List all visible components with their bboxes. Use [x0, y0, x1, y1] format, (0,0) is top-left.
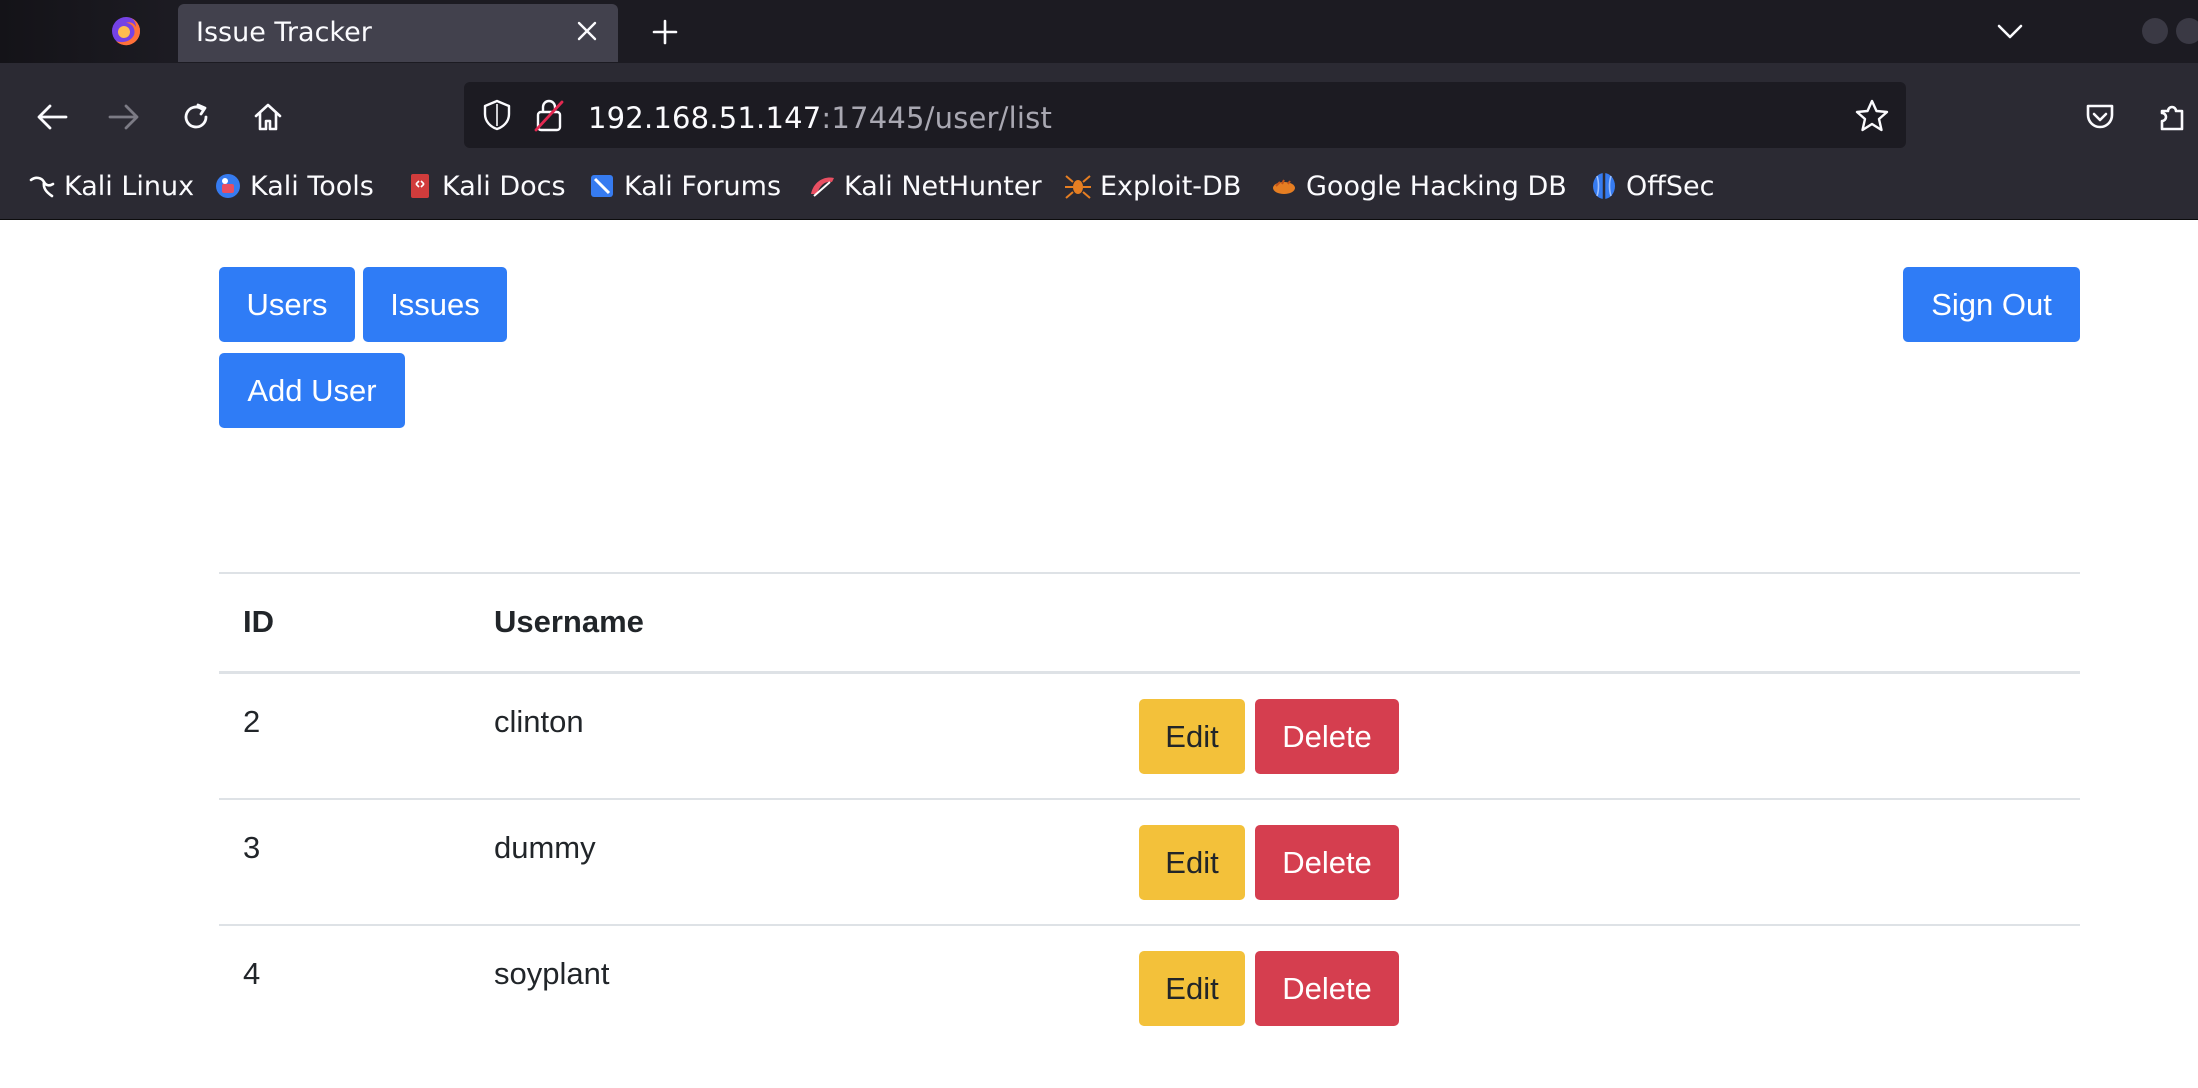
tab-strip: Issue Tracker [0, 0, 2198, 63]
bookmark-label: Kali Docs [442, 170, 566, 202]
tab-issue-tracker[interactable]: Issue Tracker [178, 4, 618, 62]
bookmark-label: Kali Forums [624, 170, 782, 202]
bookmark-label: Google Hacking DB [1306, 170, 1567, 202]
bookmark-label: Exploit-DB [1100, 170, 1242, 202]
page-content: Users Issues Sign Out Add User ID Userna… [6, 220, 2198, 1088]
firefox-icon[interactable] [110, 15, 142, 47]
bookmarks-toolbar: Kali Linux Kali Tools Kali Docs Kali For… [0, 155, 2198, 220]
user-id-cell: 2 [243, 704, 261, 739]
bookmark-label: Kali NetHunter [844, 170, 1042, 202]
bookmark-google-hacking-db[interactable]: Google Hacking DB [1270, 166, 1567, 206]
new-tab-plus-icon[interactable] [645, 12, 685, 52]
table-row: 3 dummy Edit Delete [219, 800, 2080, 926]
window-minimize-icon[interactable] [2142, 18, 2168, 44]
bookmark-label: Kali Linux [64, 170, 195, 202]
bookmark-kali-linux[interactable]: Kali Linux [28, 166, 194, 206]
url-path: :17445/user/list [821, 101, 1053, 135]
offsec-icon [1593, 173, 1615, 199]
pocket-icon[interactable] [2076, 93, 2124, 141]
home-icon[interactable] [244, 93, 292, 141]
edit-user-button[interactable]: Edit [1139, 825, 1245, 900]
username-cell: clinton [494, 704, 584, 739]
back-arrow-icon[interactable] [28, 93, 76, 141]
close-tab-icon[interactable] [570, 14, 604, 48]
bookmark-kali-tools[interactable]: Kali Tools [214, 166, 374, 206]
bookmark-exploit-db[interactable]: Exploit-DB [1064, 166, 1241, 206]
tab-strip-shade [0, 0, 170, 63]
kali-docs-icon [411, 174, 429, 198]
delete-user-button[interactable]: Delete [1255, 699, 1399, 774]
user-id-cell: 4 [243, 956, 261, 991]
issues-nav-button[interactable]: Issues [363, 267, 507, 342]
address-bar[interactable]: 192.168.51.147:17445/user/list [464, 82, 1906, 148]
exploit-db-icon [1065, 175, 1091, 199]
insecure-lock-icon[interactable] [532, 96, 566, 134]
add-user-button[interactable]: Add User [219, 353, 405, 428]
reload-icon[interactable] [172, 93, 220, 141]
bookmark-star-icon[interactable] [1854, 98, 1890, 134]
edit-user-button[interactable]: Edit [1139, 699, 1245, 774]
kali-dragon-icon [29, 176, 55, 198]
sign-out-button[interactable]: Sign Out [1903, 267, 2080, 342]
forward-arrow-icon[interactable] [100, 93, 148, 141]
column-header-id: ID [243, 604, 274, 639]
bookmark-label: Kali Tools [250, 170, 374, 202]
bookmark-offsec[interactable]: OffSec [1590, 166, 1714, 206]
username-cell: dummy [494, 830, 596, 865]
delete-user-button[interactable]: Delete [1255, 951, 1399, 1026]
url-text[interactable]: 192.168.51.147:17445/user/list [588, 101, 1052, 135]
bookmark-label: OffSec [1626, 170, 1715, 202]
list-all-tabs-chevron-icon[interactable] [1990, 12, 2030, 52]
window-maximize-icon[interactable] [2176, 18, 2198, 44]
kali-forums-icon [591, 175, 613, 197]
extensions-puzzle-icon[interactable] [2148, 93, 2196, 141]
user-id-cell: 3 [243, 830, 261, 865]
tab-title: Issue Tracker [196, 17, 372, 48]
table-row: 4 soyplant Edit Delete [219, 926, 2080, 1052]
kali-nethunter-icon [811, 177, 834, 197]
edit-user-button[interactable]: Edit [1139, 951, 1245, 1026]
username-cell: soyplant [494, 956, 610, 991]
table-top-border [219, 572, 2080, 574]
bookmark-kali-docs[interactable]: Kali Docs [406, 166, 566, 206]
bookmark-kali-forums[interactable]: Kali Forums [588, 166, 781, 206]
tracking-shield-icon[interactable] [480, 98, 514, 132]
kali-tools-icon [216, 174, 240, 198]
url-host: 192.168.51.147 [588, 101, 822, 135]
ghdb-icon [1273, 179, 1295, 194]
delete-user-button[interactable]: Delete [1255, 825, 1399, 900]
users-nav-button[interactable]: Users [219, 267, 355, 342]
table-row: 2 clinton Edit Delete [219, 674, 2080, 800]
bookmark-kali-nethunter[interactable]: Kali NetHunter [808, 166, 1042, 206]
column-header-username: Username [494, 604, 644, 639]
